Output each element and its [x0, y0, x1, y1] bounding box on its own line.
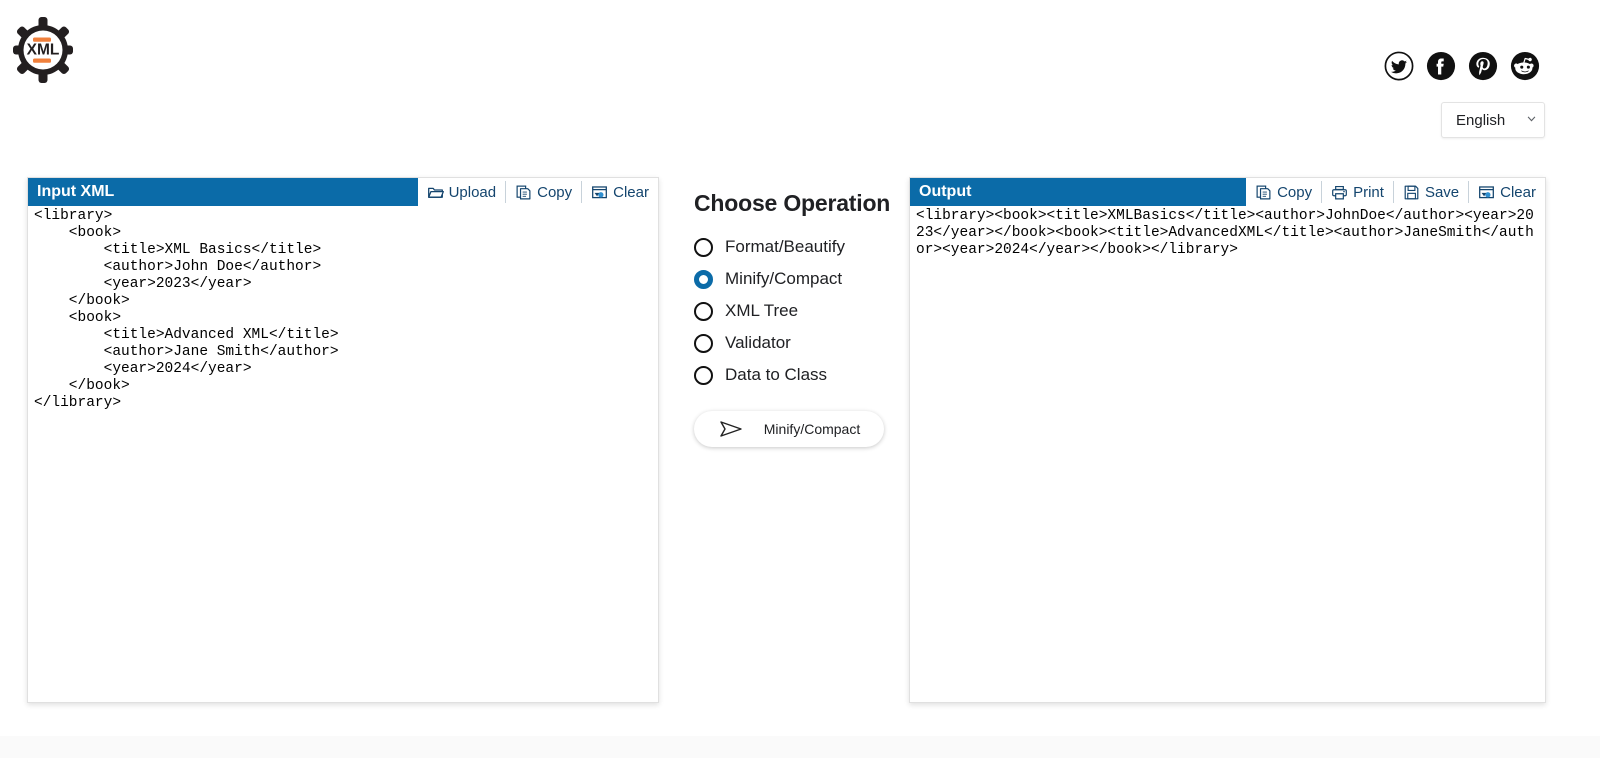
folder-icon [427, 187, 444, 198]
radio-label: Format/Beautify [725, 237, 845, 256]
save-button[interactable]: Save [1394, 181, 1470, 203]
radio-label: Minify/Compact [725, 269, 843, 288]
input-panel-header: Input XML Upload Copy Clear [28, 178, 658, 206]
reddit-icon[interactable] [1510, 51, 1540, 81]
radio-indicator [694, 365, 713, 385]
choose-operation-title: Choose Operation [694, 190, 891, 216]
output-clear-label: Clear [1500, 183, 1536, 201]
upload-label: Upload [448, 183, 497, 201]
print-icon [1332, 185, 1347, 199]
twitter-icon[interactable] [1384, 51, 1414, 81]
output-panel-title: Output [910, 178, 1247, 206]
clear-button[interactable]: Clear [582, 181, 658, 203]
radio-xml-tree[interactable]: XML Tree [694, 295, 894, 327]
input-xml-panel: Input XML Upload Copy Clear <library> <b… [27, 177, 659, 703]
radio-validator[interactable]: Validator [694, 327, 894, 359]
xml-gear-icon: XML [13, 17, 73, 83]
pinterest-icon[interactable] [1468, 51, 1498, 81]
output-clear-button[interactable]: Clear [1469, 181, 1545, 203]
input-panel-title: Input XML [28, 178, 418, 206]
page-root: XML English Input XML Upload Copy Clear … [0, 0, 1600, 758]
input-panel-toolbar: Upload Copy Clear [417, 178, 658, 206]
save-label: Save [1424, 183, 1460, 201]
output-copy-button[interactable]: Copy [1246, 181, 1323, 203]
radio-label: Validator [725, 333, 791, 352]
radio-format-beautify[interactable]: Format/Beautify [694, 231, 894, 263]
run-operation-button[interactable]: Minify/Compact [694, 411, 884, 447]
social-links [1384, 51, 1540, 81]
footer-strip [0, 736, 1600, 758]
output-xml-textarea[interactable] [910, 206, 1545, 702]
output-panel: Output Copy Print Save Clear <library><b… [909, 177, 1546, 703]
logo-text: XML [27, 42, 60, 59]
input-xml-textarea[interactable] [28, 206, 658, 702]
radio-indicator [694, 333, 713, 353]
print-label: Print [1353, 183, 1384, 201]
copy-label: Copy [537, 183, 573, 201]
copy-icon [1256, 185, 1271, 199]
clear-icon [1479, 185, 1495, 198]
operation-chooser: Choose Operation Format/Beautify Minify/… [694, 190, 894, 447]
output-panel-toolbar: Copy Print Save Clear [1246, 178, 1545, 206]
radio-label: XML Tree [725, 301, 799, 320]
print-button[interactable]: Print [1322, 181, 1394, 203]
xml-logo[interactable]: XML [12, 16, 74, 84]
page-header: XML English [0, 0, 1600, 150]
radio-indicator [694, 237, 713, 257]
clear-label: Clear [613, 183, 649, 201]
output-panel-header: Output Copy Print Save Clear [910, 178, 1545, 206]
radio-data-to-class[interactable]: Data to Class [694, 359, 894, 391]
output-copy-label: Copy [1277, 183, 1313, 201]
language-selector[interactable]: English [1441, 102, 1545, 138]
facebook-icon[interactable] [1426, 51, 1456, 81]
upload-button[interactable]: Upload [418, 181, 507, 203]
send-icon [720, 421, 742, 437]
copy-button[interactable]: Copy [506, 181, 583, 203]
language-select[interactable]: English [1441, 102, 1545, 138]
copy-icon [516, 185, 531, 199]
radio-indicator [694, 301, 713, 321]
save-icon [1404, 185, 1419, 199]
run-operation-label: Minify/Compact [763, 421, 861, 437]
clear-icon [592, 185, 608, 198]
radio-label: Data to Class [725, 365, 828, 384]
radio-minify-compact[interactable]: Minify/Compact [694, 263, 894, 295]
radio-indicator [694, 269, 713, 289]
